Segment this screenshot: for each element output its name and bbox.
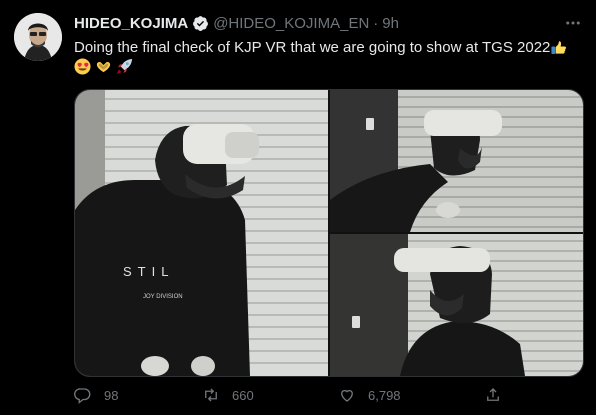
photo-3[interactable] — [330, 234, 583, 376]
verified-badge-icon — [193, 15, 209, 31]
reply-icon[interactable] — [74, 386, 92, 404]
hands-heart-emoji — [97, 61, 111, 73]
tweet-text-block: Doing the final check of KJP VR that we … — [74, 38, 584, 78]
retweet-icon[interactable] — [202, 386, 220, 404]
heart-eyes-emoji — [74, 58, 91, 75]
thumbs-up-emoji — [551, 41, 567, 55]
timestamp[interactable]: 9h — [382, 15, 399, 32]
tweet-actions: 98 660 6,798 — [74, 386, 584, 408]
like-action[interactable]: 6,798 — [338, 386, 401, 404]
tweet-text: Doing the final check of KJP VR that we … — [74, 39, 551, 56]
separator-dot: · — [373, 14, 379, 32]
tweet-card[interactable]: HIDEO_KOJIMA @HIDEO_KOJIMA_EN · 9h Doing… — [0, 0, 596, 415]
share-icon[interactable] — [484, 386, 502, 404]
like-icon[interactable] — [338, 386, 356, 404]
share-action[interactable] — [484, 386, 514, 404]
avatar[interactable] — [14, 13, 62, 61]
reply-action[interactable]: 98 — [74, 386, 118, 404]
more-icon[interactable] — [562, 12, 584, 34]
tweet-header: HIDEO_KOJIMA @HIDEO_KOJIMA_EN · 9h — [74, 13, 399, 33]
author-handle[interactable]: @HIDEO_KOJIMA_EN — [213, 15, 369, 32]
retweet-action[interactable]: 660 — [202, 386, 254, 404]
retweet-count: 660 — [232, 387, 254, 403]
author-name[interactable]: HIDEO_KOJIMA — [74, 15, 188, 32]
photo-2[interactable] — [330, 90, 583, 232]
like-count: 6,798 — [368, 387, 401, 403]
avatar-image — [14, 13, 62, 61]
photo-1[interactable]: STIL JOY DIVISION — [75, 90, 328, 376]
shirt-text-2: JOY DIVISION — [143, 294, 183, 300]
media-grid: STIL JOY DIVISION — [74, 89, 584, 377]
shirt-text-1: STIL — [123, 264, 174, 279]
rocket-emoji — [117, 58, 133, 75]
reply-count: 98 — [104, 387, 119, 403]
